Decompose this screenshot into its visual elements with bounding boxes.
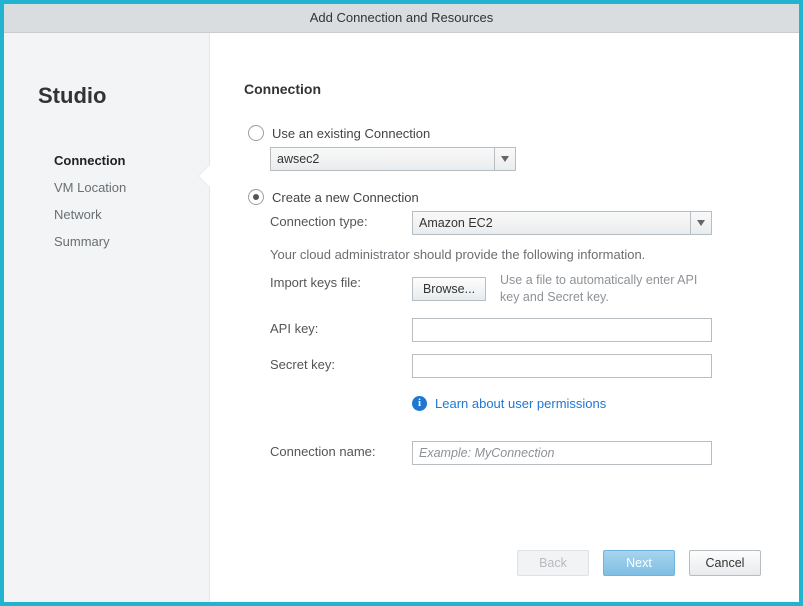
row-connection-type: Connection type: Amazon EC2 <box>270 211 761 235</box>
row-connection-name: Connection name: <box>270 441 761 465</box>
secret-key-input[interactable] <box>412 354 712 378</box>
radio-existing[interactable] <box>248 125 264 141</box>
nav-item-vm-location[interactable]: VM Location <box>54 180 209 195</box>
wizard-footer: Back Next Cancel <box>517 550 761 576</box>
nav-item-connection[interactable]: Connection <box>54 153 209 168</box>
import-keys-label: Import keys file: <box>270 272 412 290</box>
connection-type-value: Amazon EC2 <box>419 216 690 230</box>
secret-key-label: Secret key: <box>270 354 412 372</box>
admin-info-text: Your cloud administrator should provide … <box>270 247 761 262</box>
cancel-button[interactable]: Cancel <box>689 550 761 576</box>
brand-title: Studio <box>38 83 209 109</box>
api-key-label: API key: <box>270 318 412 336</box>
next-button[interactable]: Next <box>603 550 675 576</box>
row-import-keys: Import keys file: Browse... Use a file t… <box>270 272 761 306</box>
option-existing-row: Use an existing Connection <box>248 125 761 141</box>
row-secret-key: Secret key: <box>270 354 761 378</box>
connection-type-dropdown[interactable]: Amazon EC2 <box>412 211 712 235</box>
option-new-label: Create a new Connection <box>272 190 419 205</box>
row-api-key: API key: <box>270 318 761 342</box>
page-heading: Connection <box>244 81 761 97</box>
connection-name-input[interactable] <box>412 441 712 465</box>
connection-type-label: Connection type: <box>270 211 412 229</box>
main-panel: Connection Use an existing Connection aw… <box>209 33 799 602</box>
option-existing-label: Use an existing Connection <box>272 126 430 141</box>
existing-block: awsec2 <box>270 147 761 171</box>
option-new-row: Create a new Connection <box>248 189 761 205</box>
wizard-window: Add Connection and Resources Studio Conn… <box>0 0 803 606</box>
import-keys-help: Use a file to automatically enter API ke… <box>500 272 710 306</box>
window-title: Add Connection and Resources <box>4 4 799 33</box>
row-learn-link: i Learn about user permissions <box>270 390 761 429</box>
existing-connection-value: awsec2 <box>277 152 494 166</box>
new-block: Connection type: Amazon EC2 Your cloud a… <box>270 211 761 477</box>
chevron-down-icon <box>494 148 515 170</box>
connection-name-label: Connection name: <box>270 441 412 459</box>
existing-connection-dropdown[interactable]: awsec2 <box>270 147 516 171</box>
nav-item-network[interactable]: Network <box>54 207 209 222</box>
radio-new[interactable] <box>248 189 264 205</box>
step-indicator-notch <box>199 165 210 187</box>
api-key-input[interactable] <box>412 318 712 342</box>
back-button: Back <box>517 550 589 576</box>
wizard-body: Studio Connection VM Location Network Su… <box>4 33 799 602</box>
browse-button[interactable]: Browse... <box>412 277 486 301</box>
learn-permissions-link[interactable]: Learn about user permissions <box>435 396 606 411</box>
chevron-down-icon <box>690 212 711 234</box>
nav-item-summary[interactable]: Summary <box>54 234 209 249</box>
sidebar: Studio Connection VM Location Network Su… <box>4 33 209 602</box>
info-icon: i <box>412 396 427 411</box>
